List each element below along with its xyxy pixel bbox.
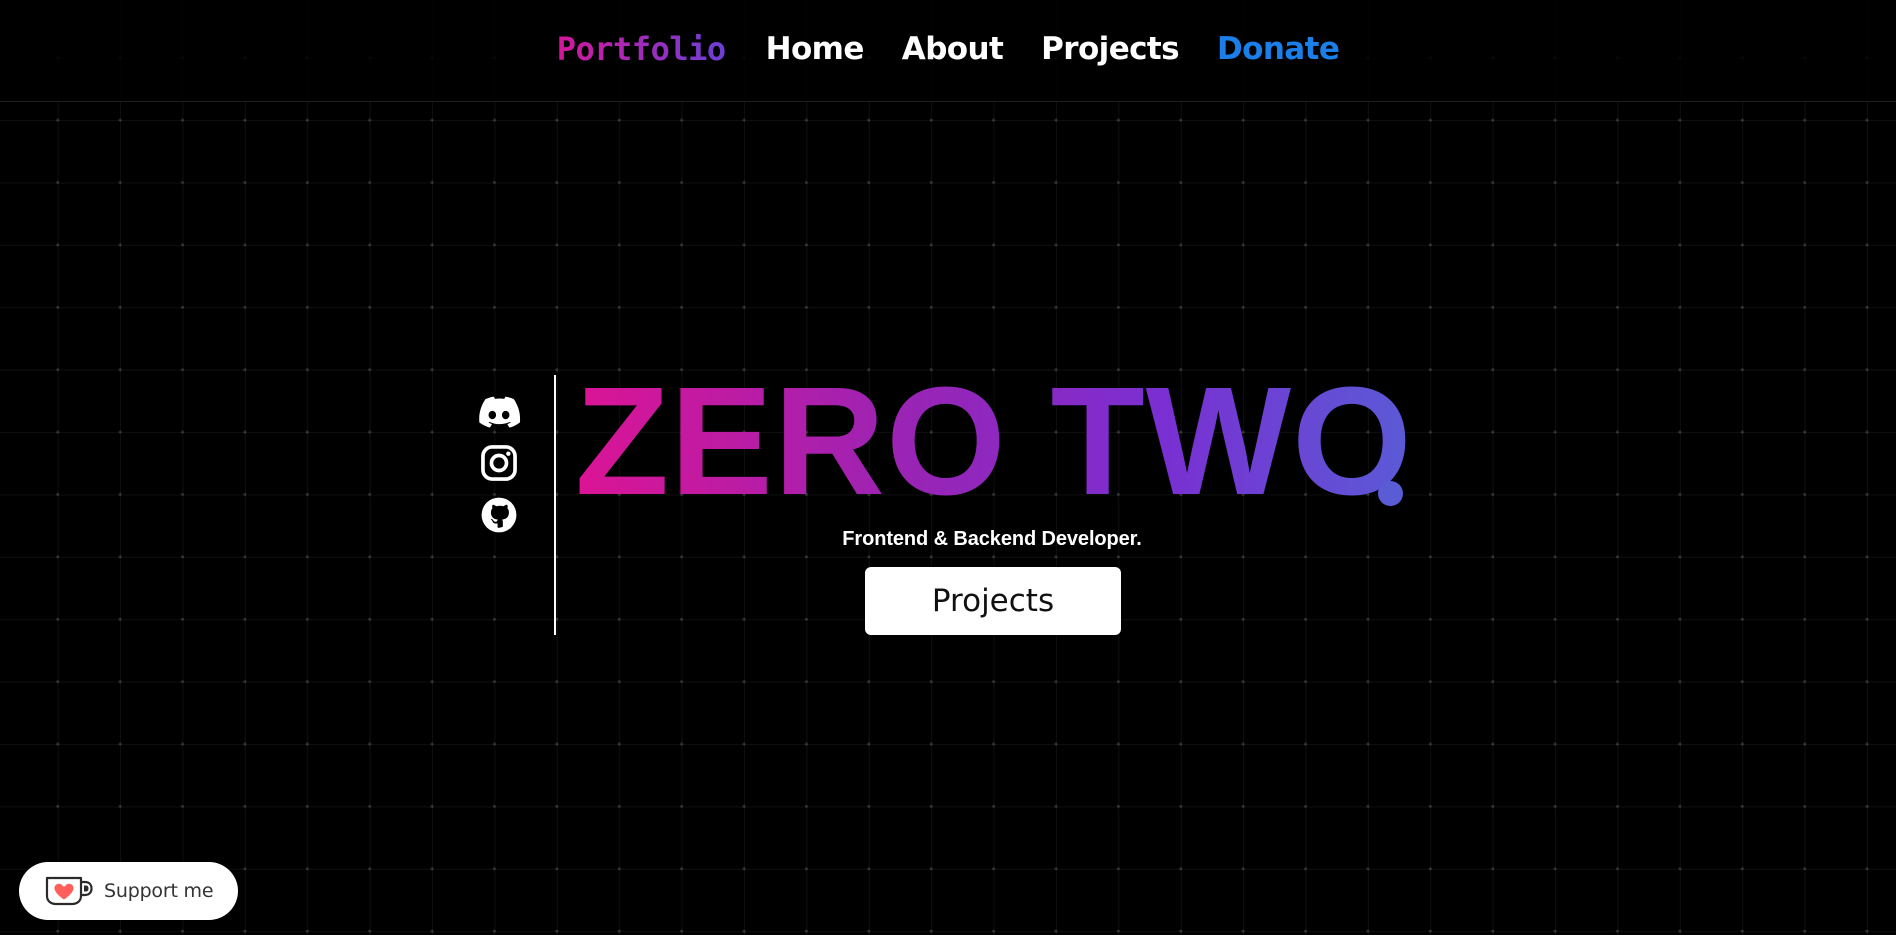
hero-subtitle: Frontend & Backend Developer.: [842, 528, 1142, 550]
nav-link-about[interactable]: About: [902, 31, 1004, 67]
page: Portfolio Home About Projects Donate ZER…: [0, 0, 1896, 935]
github-icon[interactable]: [476, 493, 522, 537]
hero-title: ZERO TWO: [575, 355, 1413, 527]
support-me-label: Support me: [104, 880, 214, 902]
vertical-divider: [554, 375, 556, 635]
hero-title-dot: [1378, 481, 1403, 506]
brand-logo-link[interactable]: Portfolio: [557, 30, 726, 68]
instagram-icon[interactable]: [476, 441, 522, 485]
discord-icon[interactable]: [476, 389, 522, 433]
nav-link-home[interactable]: Home: [766, 31, 865, 67]
coffee-cup-heart-icon: [44, 875, 94, 907]
nav-link-donate[interactable]: Donate: [1217, 31, 1340, 67]
projects-button[interactable]: Projects: [865, 567, 1121, 635]
nav-link-projects[interactable]: Projects: [1041, 31, 1179, 67]
social-links: [474, 389, 524, 537]
support-me-button[interactable]: Support me: [19, 862, 238, 920]
top-navbar: Portfolio Home About Projects Donate: [0, 0, 1896, 102]
nav-links: Portfolio Home About Projects Donate: [557, 30, 1340, 68]
